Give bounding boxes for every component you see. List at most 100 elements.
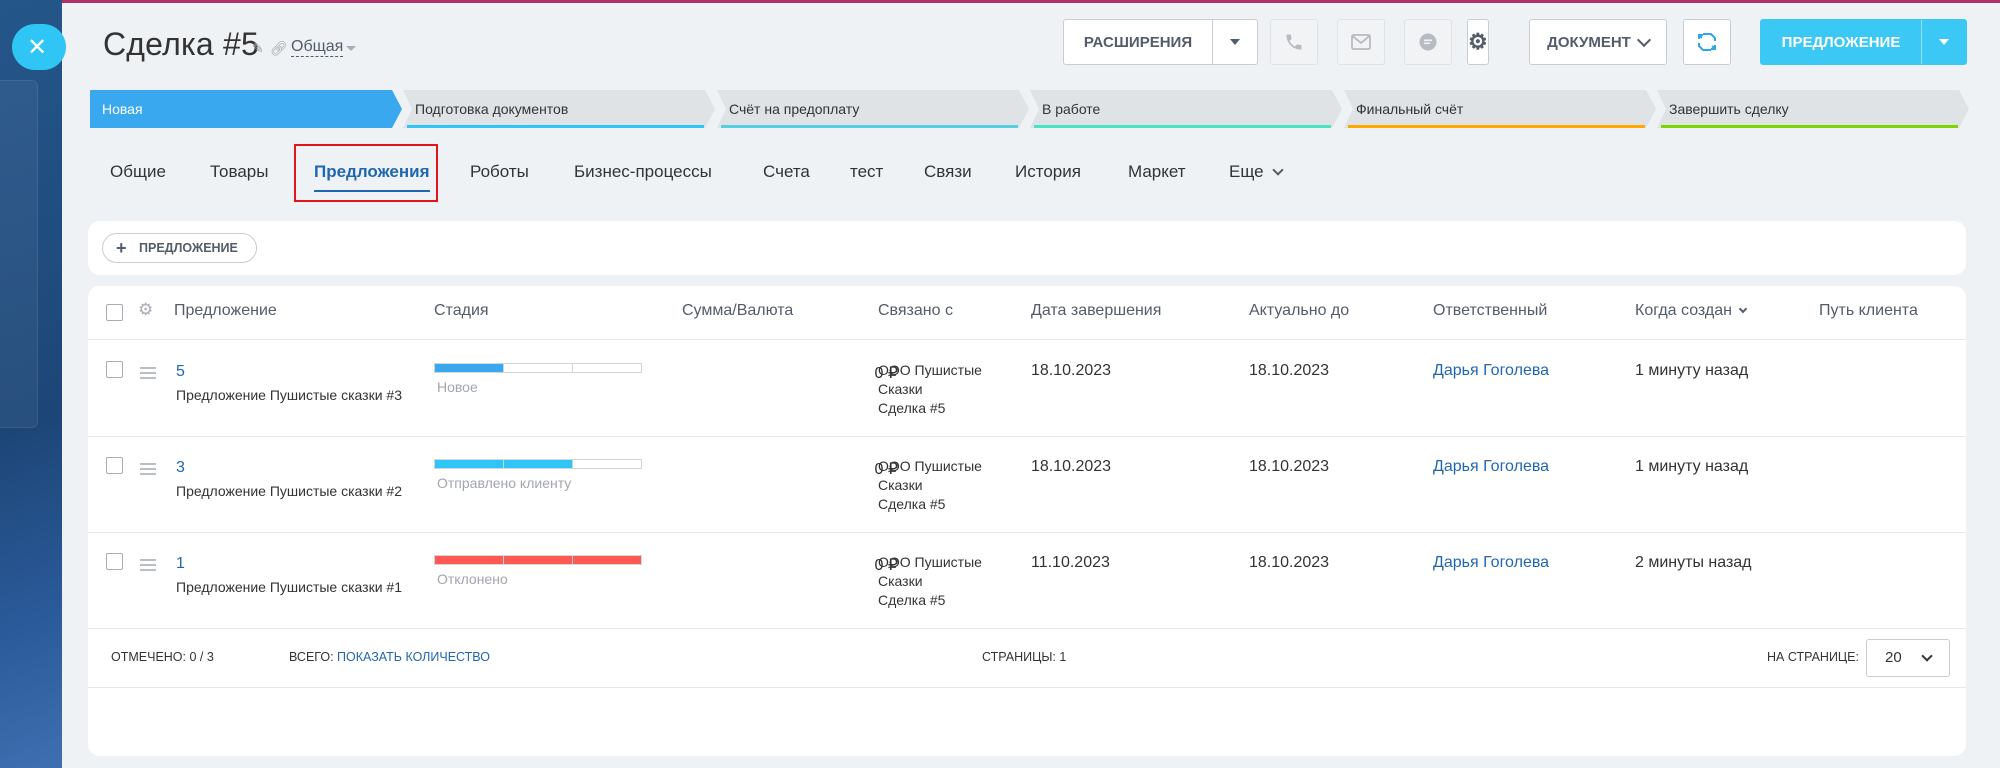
offer-number-link[interactable]: 5 xyxy=(176,363,185,381)
column-header-journey[interactable]: Путь клиента xyxy=(1819,302,1918,320)
stage-progress-bar[interactable] xyxy=(434,363,642,373)
offer-number-link[interactable]: 3 xyxy=(176,459,185,477)
linked-company[interactable]: ООО Пушистые Сказки xyxy=(878,362,982,397)
stage-name: Отклонено xyxy=(437,571,508,587)
extensions-button[interactable]: РАСШИРЕНИЯ xyxy=(1063,19,1258,65)
chat-icon xyxy=(1419,33,1437,51)
extensions-menu-toggle[interactable] xyxy=(1213,39,1257,45)
linked-deal[interactable]: Сделка #5 xyxy=(878,592,945,608)
stage-5[interactable]: Финальный счёт xyxy=(1344,90,1656,128)
stage-label: Финальный счёт xyxy=(1356,101,1464,117)
responsible-link[interactable]: Дарья Гоголева xyxy=(1433,554,1549,572)
stage-4[interactable]: В работе xyxy=(1030,90,1342,128)
linked-entities: ООО Пушистые Сказки Сделка #5 xyxy=(878,361,998,418)
valid-until: 18.10.2023 xyxy=(1249,554,1330,571)
select-all-checkbox[interactable] xyxy=(106,304,123,321)
tab-8[interactable]: Связи xyxy=(924,156,972,188)
tab-5[interactable]: Бизнес-процессы xyxy=(574,156,712,188)
linked-entities: ООО Пушистые Сказки Сделка #5 xyxy=(878,553,998,610)
drag-handle-icon[interactable] xyxy=(140,463,156,478)
show-count-link[interactable]: ПОКАЗАТЬ КОЛИЧЕСТВО xyxy=(337,650,490,664)
linked-company[interactable]: ООО Пушистые Сказки xyxy=(878,554,982,589)
chevron-down-icon xyxy=(1636,32,1651,47)
table-row[interactable]: 5 Предложение Пушистые сказки #3 Новое 0… xyxy=(88,341,1966,437)
tab-10[interactable]: Маркет xyxy=(1128,156,1186,188)
sync-button[interactable] xyxy=(1683,19,1731,65)
linked-deal[interactable]: Сделка #5 xyxy=(878,400,945,416)
column-header-valid-until[interactable]: Актуально до xyxy=(1249,302,1349,320)
linked-entities: ООО Пушистые Сказки Сделка #5 xyxy=(878,457,998,514)
mail-button[interactable] xyxy=(1337,19,1385,65)
responsible-link[interactable]: Дарья Гоголева xyxy=(1433,362,1549,380)
column-header-stage[interactable]: Стадия xyxy=(434,302,489,320)
offer-menu-toggle[interactable] xyxy=(1922,39,1966,45)
tab-11[interactable]: Еще xyxy=(1229,156,1284,188)
valid-until: 18.10.2023 xyxy=(1249,458,1330,475)
per-page-label: НА СТРАНИЦЕ: xyxy=(1767,650,1859,664)
add-offer-button[interactable]: + ПРЕДЛОЖЕНИЕ xyxy=(102,233,257,263)
chat-button[interactable] xyxy=(1404,19,1452,65)
chevron-down-icon xyxy=(1271,164,1284,176)
tab-label: Общие xyxy=(110,162,166,181)
offer-name: Предложение Пушистые сказки #2 xyxy=(176,483,402,499)
tab-4[interactable]: Роботы xyxy=(470,156,529,188)
link-icon[interactable]: 🔗︎ xyxy=(270,40,288,57)
close-slider-button[interactable]: ✕ xyxy=(12,24,66,70)
caret-down-icon[interactable] xyxy=(346,46,356,51)
stage-1[interactable]: Новая xyxy=(90,90,402,128)
row-checkbox[interactable] xyxy=(106,553,123,570)
tab-label: Счета xyxy=(763,162,810,181)
category-selector[interactable]: Общая xyxy=(291,38,344,57)
column-header-linked[interactable]: Связано с xyxy=(878,302,953,320)
caret-down-icon xyxy=(1230,39,1240,45)
stage-label: Счёт на предоплату xyxy=(729,101,860,117)
tab-label: Бизнес-процессы xyxy=(574,162,712,181)
stage-progress-segment xyxy=(573,364,641,372)
tab-2[interactable]: Товары xyxy=(210,156,268,188)
column-header-close-date[interactable]: Дата завершения xyxy=(1031,302,1161,320)
stage-label: Новая xyxy=(102,101,143,117)
tab-6[interactable]: Счета xyxy=(763,156,810,188)
create-offer-button[interactable]: ПРЕДЛОЖЕНИЕ xyxy=(1760,19,1967,65)
column-header-amount[interactable]: Сумма/Валюта xyxy=(682,302,793,320)
close-icon: ✕ xyxy=(26,33,48,61)
row-checkbox[interactable] xyxy=(106,457,123,474)
created-time: 1 минуту назад xyxy=(1635,458,1749,475)
tab-1[interactable]: Общие xyxy=(110,156,166,188)
offer-number-link[interactable]: 1 xyxy=(176,555,185,573)
pencil-icon[interactable]: ✎ xyxy=(252,40,264,57)
table-row[interactable]: 3 Предложение Пушистые сказки #2 Отправл… xyxy=(88,437,1966,533)
linked-deal[interactable]: Сделка #5 xyxy=(878,496,945,512)
gear-icon: ⚙ xyxy=(1468,29,1488,54)
settings-button[interactable]: ⚙ xyxy=(1467,19,1489,65)
stage-3[interactable]: Счёт на предоплату xyxy=(717,90,1029,128)
stage-6[interactable]: Завершить сделку xyxy=(1657,90,1969,128)
tab-9[interactable]: История xyxy=(1015,156,1081,188)
stage-progress-segment xyxy=(504,364,573,372)
stage-progress-bar[interactable] xyxy=(434,459,642,469)
tab-3[interactable]: Предложения xyxy=(314,156,430,192)
stage-2[interactable]: Подготовка документов xyxy=(403,90,715,128)
table-row[interactable]: 1 Предложение Пушистые сказки #1 Отклоне… xyxy=(88,533,1966,629)
column-header-created-label: Когда создан xyxy=(1635,302,1732,319)
responsible-link[interactable]: Дарья Гоголева xyxy=(1433,458,1549,476)
column-header-responsible[interactable]: Ответственный xyxy=(1433,302,1547,320)
gear-icon[interactable]: ⚙ xyxy=(138,300,153,320)
document-button[interactable]: ДОКУМЕНТ xyxy=(1529,19,1667,65)
created-time: 1 минуту назад xyxy=(1635,362,1749,379)
drag-handle-icon[interactable] xyxy=(140,367,156,382)
stage-progress-bar[interactable] xyxy=(434,555,642,565)
row-checkbox[interactable] xyxy=(106,361,123,378)
close-date: 18.10.2023 xyxy=(1031,458,1112,475)
linked-company[interactable]: ООО Пушистые Сказки xyxy=(878,458,982,493)
column-header-offer[interactable]: Предложение xyxy=(174,302,277,320)
per-page-select[interactable]: 20 xyxy=(1866,639,1950,677)
active-tab-underline xyxy=(314,190,430,192)
stage-progress-segment xyxy=(435,364,504,372)
column-header-created[interactable]: Когда создан xyxy=(1635,302,1748,320)
stage-label: В работе xyxy=(1042,101,1101,117)
drag-handle-icon[interactable] xyxy=(140,559,156,574)
tab-label: Маркет xyxy=(1128,162,1186,181)
tab-7[interactable]: тест xyxy=(850,156,883,188)
call-button[interactable] xyxy=(1270,19,1318,65)
